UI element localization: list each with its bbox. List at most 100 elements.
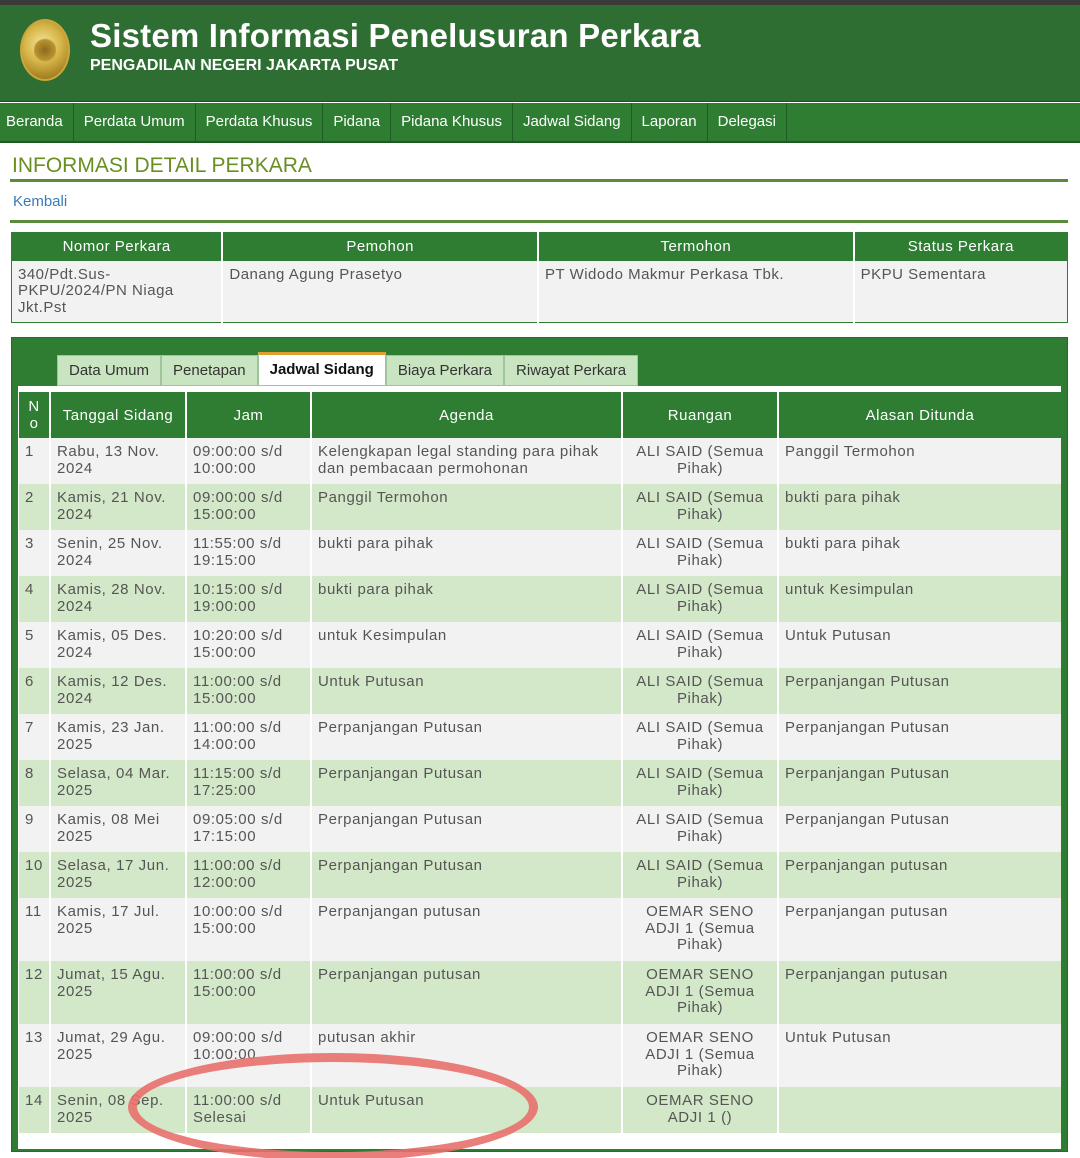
respondent: PT Widodo Makmur Perkasa Tbk. [538,260,855,323]
col-header-no: No [19,392,51,438]
cell-no: 12 [19,961,51,1024]
nav-perdata-khusus[interactable]: Perdata Khusus [196,103,324,141]
cell-ruangan: OEMAR SENO ADJI 1 (Semua Pihak) [622,898,779,961]
nav-beranda[interactable]: Beranda [0,103,74,141]
cell-ruangan: ALI SAID (Semua Pihak) [622,484,779,530]
tab-jadwal-sidang[interactable]: Jadwal Sidang [257,352,386,386]
table-row: 1 Rabu, 13 Nov. 2024 09:00:00 s/d 10:00:00… [19,438,1061,484]
cell-alasan: Perpanjangan Putusan [778,714,1061,760]
nav-delegasi[interactable]: Delegasi [708,103,787,141]
cell-ruangan: ALI SAID (Semua Pihak) [622,760,779,806]
cell-jam: 11:00:00 s/d Selesai [186,1087,312,1133]
cell-jam: 09:00:00 s/d 15:00:00 [186,484,312,530]
main-nav: Beranda Perdata Umum Perdata Khusus Pida… [0,103,1080,143]
table-row: 11 Kamis, 17 Jul. 2025 10:00:00 s/d 15:00:… [19,898,1061,961]
cell-tanggal: Senin, 08 Sep. 2025 [50,1087,187,1133]
cell-no: 4 [19,576,51,622]
cell-alasan: bukti para pihak [778,530,1061,576]
col-header-ruangan: Ruangan [622,392,779,438]
tab-riwayat-perkara[interactable]: Riwayat Perkara [504,355,639,386]
back-link[interactable]: Kembali [13,193,67,210]
applicant: Danang Agung Prasetyo [222,260,539,323]
cell-tanggal: Kamis, 21 Nov. 2024 [50,484,187,530]
tab-data-umum[interactable]: Data Umum [57,355,162,386]
site-subtitle: PENGADILAN NEGERI JAKARTA PUSAT [90,57,399,74]
detail-tab-panel: Data Umum Penetapan Jadwal Sidang Biaya … [11,337,1068,1152]
tab-penetapan[interactable]: Penetapan [161,355,258,386]
cell-jam: 11:55:00 s/d 19:15:00 [186,530,312,576]
case-number: 340/Pdt.Sus-PKPU/2024/PN Niaga Jkt.Pst [11,260,224,323]
table-row: 5 Kamis, 05 Des. 2024 10:20:00 s/d 15:00:0… [19,622,1061,668]
cell-no: 13 [19,1024,51,1087]
tab-biaya-perkara[interactable]: Biaya Perkara [385,355,505,386]
cell-no: 8 [19,760,51,806]
table-row: 9 Kamis, 08 Mei 2025 09:05:00 s/d 17:15:00… [19,806,1061,852]
cell-alasan: Perpanjangan Putusan [778,760,1061,806]
cell-tanggal: Selasa, 17 Jun. 2025 [50,852,187,898]
cell-tanggal: Kamis, 08 Mei 2025 [50,806,187,852]
cell-no: 7 [19,714,51,760]
table-row: 6 Kamis, 12 Des. 2024 11:00:00 s/d 15:00:0… [19,668,1061,714]
cell-jam: 11:00:00 s/d 15:00:00 [186,668,312,714]
cell-no: 11 [19,898,51,961]
cell-no: 9 [19,806,51,852]
cell-alasan: Perpanjangan putusan [778,898,1061,961]
cell-tanggal: Kamis, 05 Des. 2024 [50,622,187,668]
case-summary-table: Nomor Perkara Pemohon Termohon Status Pe… [11,232,1068,323]
cell-tanggal: Kamis, 17 Jul. 2025 [50,898,187,961]
court-emblem-logo [20,19,70,81]
cell-tanggal: Kamis, 12 Des. 2024 [50,668,187,714]
case-summary-row: 340/Pdt.Sus-PKPU/2024/PN Niaga Jkt.Pst D… [11,260,1068,323]
table-row: 4 Kamis, 28 Nov. 2024 10:15:00 s/d 19:00:0… [19,576,1061,622]
nav-laporan[interactable]: Laporan [632,103,708,141]
cell-jam: 09:00:00 s/d 10:00:00 [186,438,312,484]
cell-ruangan: ALI SAID (Semua Pihak) [622,668,779,714]
cell-jam: 10:00:00 s/d 15:00:00 [186,898,312,961]
col-header-nomor-perkara: Nomor Perkara [11,232,224,261]
cell-ruangan: ALI SAID (Semua Pihak) [622,576,779,622]
cell-ruangan: ALI SAID (Semua Pihak) [622,714,779,760]
tab-bar: Data Umum Penetapan Jadwal Sidang Biaya … [57,352,639,386]
cell-agenda: Perpanjangan putusan [311,961,623,1024]
cell-alasan: Untuk Putusan [778,622,1061,668]
table-row: 2 Kamis, 21 Nov. 2024 09:00:00 s/d 15:00:0… [19,484,1061,530]
site-title: Sistem Informasi Penelusuran Perkara [90,17,701,54]
cell-agenda: Panggil Termohon [311,484,623,530]
hearing-schedule-table: No Tanggal Sidang Jam Agenda Ruangan Ala… [19,392,1061,1133]
col-header-status-perkara: Status Perkara [853,232,1068,261]
cell-tanggal: Senin, 25 Nov. 2024 [50,530,187,576]
nav-jadwal-sidang[interactable]: Jadwal Sidang [513,103,632,141]
cell-tanggal: Rabu, 13 Nov. 2024 [50,438,187,484]
cell-jam: 10:15:00 s/d 19:00:00 [186,576,312,622]
cell-agenda: Perpanjangan Putusan [311,852,623,898]
cell-agenda: Kelengkapan legal standing para pihak da… [311,438,623,484]
col-header-pemohon: Pemohon [222,232,539,261]
table-row: 13 Jumat, 29 Agu. 2025 09:00:00 s/d 10:00:… [19,1024,1061,1087]
page-title: INFORMASI DETAIL PERKARA [12,154,312,177]
cell-jam: 11:00:00 s/d 12:00:00 [186,852,312,898]
col-header-agenda: Agenda [311,392,623,438]
cell-agenda: putusan akhir [311,1024,623,1087]
cell-tanggal: Jumat, 29 Agu. 2025 [50,1024,187,1087]
cell-tanggal: Kamis, 28 Nov. 2024 [50,576,187,622]
nav-perdata-umum[interactable]: Perdata Umum [74,103,196,141]
cell-alasan [778,1087,1061,1133]
col-header-alasan-ditunda: Alasan Ditunda [778,392,1061,438]
cell-agenda: Perpanjangan putusan [311,898,623,961]
cell-no: 5 [19,622,51,668]
cell-no: 14 [19,1087,51,1133]
cell-agenda: Perpanjangan Putusan [311,806,623,852]
divider [10,179,1068,182]
cell-agenda: untuk Kesimpulan [311,622,623,668]
cell-alasan: untuk Kesimpulan [778,576,1061,622]
col-header-jam: Jam [186,392,312,438]
nav-pidana[interactable]: Pidana [323,103,392,141]
cell-jam: 09:05:00 s/d 17:15:00 [186,806,312,852]
cell-jam: 10:20:00 s/d 15:00:00 [186,622,312,668]
table-row: 8 Selasa, 04 Mar. 2025 11:15:00 s/d 17:25:… [19,760,1061,806]
cell-ruangan: OEMAR SENO ADJI 1 () [622,1087,779,1133]
cell-no: 3 [19,530,51,576]
nav-pidana-khusus[interactable]: Pidana Khusus [391,103,513,141]
cell-jam: 11:00:00 s/d 14:00:00 [186,714,312,760]
cell-ruangan: OEMAR SENO ADJI 1 (Semua Pihak) [622,1024,779,1087]
